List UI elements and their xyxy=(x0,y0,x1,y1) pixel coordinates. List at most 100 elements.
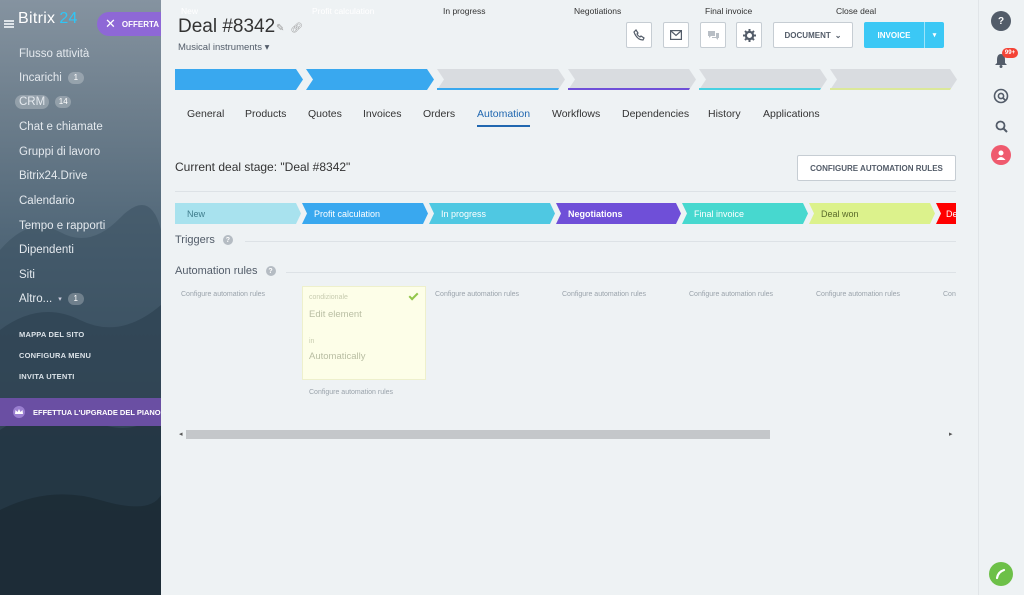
automation-stage-new: New xyxy=(187,208,206,219)
stage-label: Close deal xyxy=(836,5,877,16)
phone-call-icon[interactable] xyxy=(989,562,1013,586)
right-toolbar: ? 99+ xyxy=(978,0,1024,595)
sidebar-item-flusso-attivita[interactable]: Flusso attività xyxy=(19,46,89,62)
divider xyxy=(245,241,956,242)
automation-stage-negotiations: Negotiations xyxy=(568,208,623,219)
sidebar-item-altro[interactable]: Altro... ▾ 1 xyxy=(19,291,84,307)
help-icon[interactable]: ? xyxy=(265,266,276,276)
triggers-section: Triggers? xyxy=(175,234,233,246)
stage-label: In progress xyxy=(443,5,486,16)
rule-card-title: Edit element xyxy=(309,309,362,320)
edit-pencil-icon[interactable]: ✎ xyxy=(276,23,284,34)
sitemap-link[interactable]: MAPPA DEL SITO xyxy=(19,330,84,339)
tab-quotes[interactable]: Quotes xyxy=(308,108,342,120)
tab-products[interactable]: Products xyxy=(245,108,286,120)
current-deal-stage: Current deal stage: "Deal #8342" xyxy=(175,160,351,174)
divider xyxy=(175,191,956,192)
automation-stage-deal-won: Deal won xyxy=(821,208,859,219)
chevron-down-icon: ▾ xyxy=(58,296,62,303)
main-content: Deal #8342 ✎ 🔗︎ Musical instruments ▾ DO… xyxy=(161,0,978,595)
stage-label: Negotiations xyxy=(574,5,622,16)
help-icon[interactable]: ? xyxy=(991,11,1011,31)
automation-rules-section: Automation rules? xyxy=(175,265,276,277)
close-icon[interactable]: ✕ xyxy=(105,16,116,32)
tab-invoices[interactable]: Invoices xyxy=(363,108,402,120)
tab-history[interactable]: History xyxy=(708,108,741,120)
open-lines-icon[interactable] xyxy=(991,86,1011,106)
invite-users-link[interactable]: INVITA UTENTI xyxy=(19,372,75,381)
sidebar-item-gruppi[interactable]: Gruppi di lavoro xyxy=(19,144,100,160)
upgrade-plan-button[interactable]: EFFETTUA L'UPGRADE DEL PIANO xyxy=(0,398,161,426)
counter-badge: 1 xyxy=(67,72,84,84)
sidebar-item-tempo[interactable]: Tempo e rapporti xyxy=(19,218,105,234)
call-button[interactable] xyxy=(626,22,652,48)
chat-icon xyxy=(707,30,719,40)
mail-icon xyxy=(670,30,682,40)
stage-profit-calculation[interactable] xyxy=(306,69,434,90)
scrollbar-thumb[interactable] xyxy=(186,430,770,439)
document-button[interactable]: DOCUMENT ⌄ xyxy=(773,22,853,48)
counter-badge: 14 xyxy=(55,96,72,108)
sidebar-item-siti[interactable]: Siti xyxy=(19,267,35,283)
configure-rules-link-final-invoice[interactable]: Configure automation rules xyxy=(689,291,773,298)
sidebar-item-incarichi[interactable]: Incarichi 1 xyxy=(19,70,84,86)
automation-stage-in-progress: In progress xyxy=(441,208,487,219)
chevron-down-icon: ⌄ xyxy=(834,30,842,40)
email-button[interactable] xyxy=(663,22,689,48)
configure-menu-link[interactable]: CONFIGURA MENU xyxy=(19,351,91,360)
configure-rules-link-profit-calculation[interactable]: Configure automation rules xyxy=(309,389,393,396)
chat-button[interactable] xyxy=(700,22,726,48)
deal-stage-bar xyxy=(175,69,957,90)
sidebar-item-calendario[interactable]: Calendario xyxy=(19,193,75,209)
scroll-right-arrow-icon[interactable]: ▸ xyxy=(949,430,953,438)
stage-close-deal[interactable] xyxy=(830,69,957,90)
configure-rules-link-in-progress[interactable]: Configure automation rules xyxy=(435,291,519,298)
configure-rules-link-deal-won[interactable]: Configure automation rules xyxy=(816,291,900,298)
configure-rules-link-new[interactable]: Configure automation rules xyxy=(181,291,265,298)
automation-stage-profit-calculation: Profit calculation xyxy=(314,208,381,219)
sidebar-item-crm[interactable]: CRM 14 xyxy=(15,94,72,110)
stage-negotiations[interactable] xyxy=(568,69,696,90)
scroll-left-arrow-icon[interactable]: ◂ xyxy=(179,430,183,438)
stage-new[interactable] xyxy=(175,69,303,90)
gear-icon xyxy=(742,28,756,42)
tab-workflows[interactable]: Workflows xyxy=(552,108,600,120)
stage-final-invoice[interactable] xyxy=(699,69,827,90)
offer-button[interactable]: ✕ OFFERTA xyxy=(97,12,161,36)
crown-icon xyxy=(13,406,25,418)
configure-automation-rules-button[interactable]: CONFIGURE AUTOMATION RULES xyxy=(797,155,956,181)
automation-stage-cut: De xyxy=(946,208,956,219)
tab-automation[interactable]: Automation xyxy=(477,108,531,127)
stage-in-progress[interactable] xyxy=(437,69,565,90)
left-sidebar: Bitrix 24 ✕ OFFERTA Flusso attività Incari… xyxy=(0,0,161,595)
help-icon[interactable]: ? xyxy=(222,235,233,245)
settings-button[interactable] xyxy=(736,22,762,48)
rule-card-sub: in xyxy=(309,338,315,345)
phone-icon xyxy=(633,29,645,41)
sidebar-item-dipendenti[interactable]: Dipendenti xyxy=(19,242,74,258)
invoice-button[interactable]: INVOICE ▾ xyxy=(864,22,944,48)
stage-label: Profit calculation xyxy=(312,5,375,16)
sidebar-header: Bitrix 24 ✕ OFFERTA xyxy=(0,8,161,40)
stage-label: New xyxy=(181,5,199,16)
tab-applications[interactable]: Applications xyxy=(763,108,820,120)
tab-orders[interactable]: Orders xyxy=(423,108,455,120)
deal-category[interactable]: Musical instruments ▾ xyxy=(178,42,269,53)
notification-count-badge: 99+ xyxy=(1002,48,1018,58)
menu-icon[interactable] xyxy=(4,20,14,28)
horizontal-scrollbar[interactable]: ◂ ▸ xyxy=(179,430,957,439)
automation-rule-card[interactable]: condizionale Edit element in Automatical… xyxy=(302,286,426,380)
tab-general[interactable]: General xyxy=(187,108,224,120)
search-icon[interactable] xyxy=(991,116,1011,136)
invoice-dropdown-arrow-icon[interactable]: ▾ xyxy=(924,22,944,48)
rule-card-type: condizionale xyxy=(309,294,348,301)
user-avatar-icon[interactable] xyxy=(991,145,1011,165)
sidebar-item-drive[interactable]: Bitrix24.Drive xyxy=(19,168,87,184)
brand-logo[interactable]: Bitrix 24 xyxy=(18,10,78,28)
tab-dependencies[interactable]: Dependencies xyxy=(622,108,689,120)
sidebar-item-chat[interactable]: Chat e chiamate xyxy=(19,119,103,135)
title-actions: ✎ 🔗︎ xyxy=(276,23,303,34)
configure-rules-link-negotiations[interactable]: Configure automation rules xyxy=(562,291,646,298)
configure-rules-link-cut[interactable]: Con xyxy=(943,291,956,298)
link-icon[interactable]: 🔗︎ xyxy=(290,23,303,34)
